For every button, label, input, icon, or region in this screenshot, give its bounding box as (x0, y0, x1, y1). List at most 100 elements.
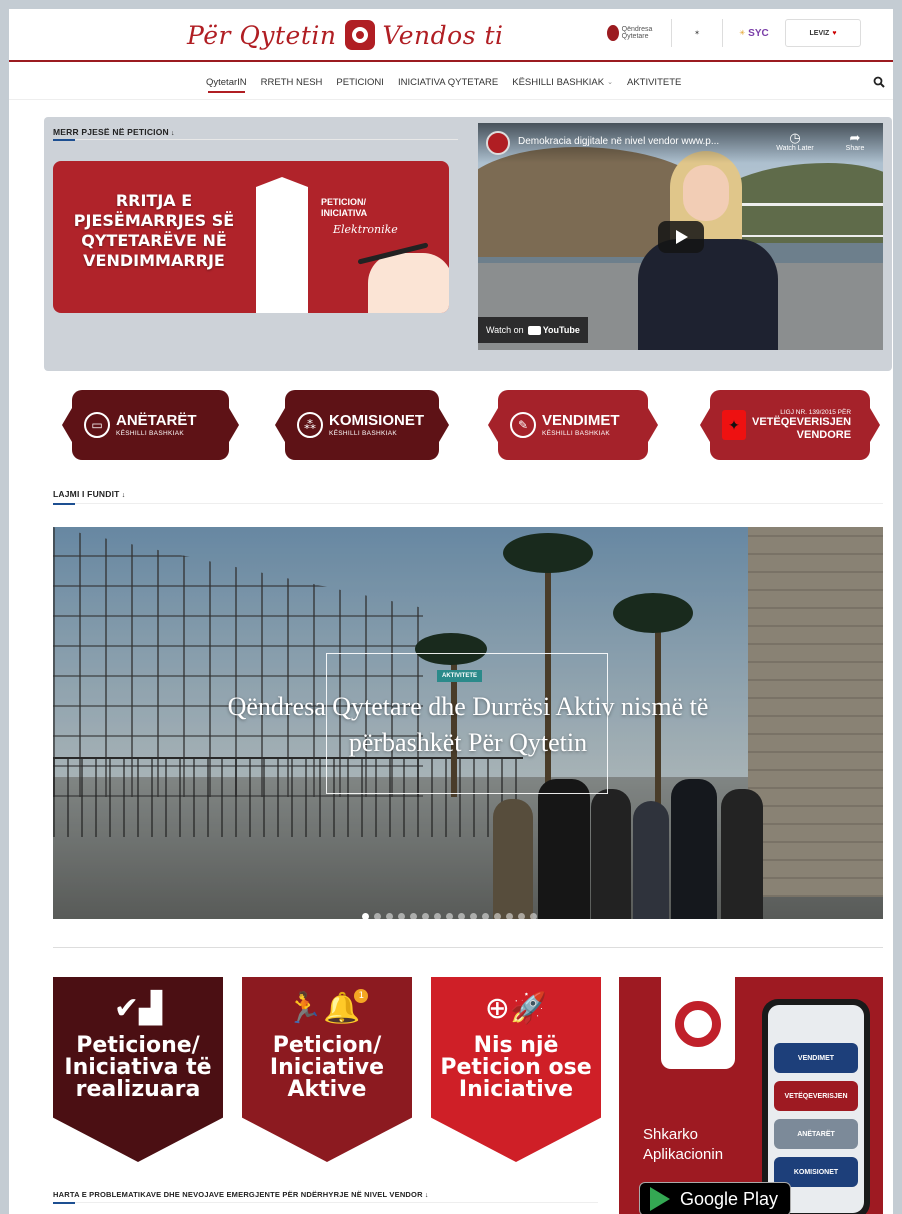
share-label: Share (845, 145, 865, 152)
watch-later-label: Watch Later (776, 145, 814, 152)
komisionet-button[interactable]: ⁂ KOMISIONET KËSHILLI BASHKIAK (275, 390, 449, 460)
nav-label: AKTIVITETE (626, 76, 682, 88)
slider-dot[interactable] (386, 913, 393, 919)
partner-logo-2[interactable]: ✶ (671, 19, 723, 47)
phone-item: VETËQEVERISJEN (774, 1081, 858, 1111)
partner-logo-leviz[interactable]: LEVIZ ♥ (785, 19, 861, 47)
slider-dot[interactable] (494, 913, 501, 919)
site-logo[interactable]: Për Qytetin Vendos ti (187, 17, 504, 53)
hand-illustration (368, 253, 449, 313)
button-sub: KËSHILLI BASHKIAK (116, 429, 184, 437)
slider-dot[interactable] (374, 913, 381, 919)
plus-rocket-icon: ⊕🚀 (484, 991, 548, 1026)
youtube-label: YouTube (542, 325, 580, 335)
nav-label: KËSHILLI BASHKIAK (512, 76, 605, 88)
button-title: KOMISIONET (329, 412, 425, 430)
law-line2: VETËQEVERISJEN (752, 416, 852, 429)
slider-dot[interactable] (482, 913, 489, 919)
nav-item-peticioni[interactable]: PETICIONI (336, 64, 384, 100)
partner-logo-syc[interactable]: ✳ SYC (729, 19, 779, 47)
runner-bell-icon: 🏃🔔1 (242, 989, 412, 1029)
nav-item-qytetarin[interactable]: QytetarIN (206, 64, 247, 100)
slider-dot[interactable] (446, 913, 453, 919)
qendresa-logo-icon (607, 25, 619, 41)
section-underline (53, 1202, 598, 1204)
video-embed[interactable]: Demokracia digjitale në nivel vendor www… (478, 123, 883, 350)
slider-dots (362, 913, 537, 919)
nav-item-iniciativa[interactable]: INICIATIVA QYTETARE (398, 64, 498, 100)
slider-dot[interactable] (410, 913, 417, 919)
button-sub: KËSHILLI BASHKIAK (542, 429, 610, 437)
petition-banner[interactable]: RRITJA E PJESËMARRJES SË QYTETARËVE NË V… (53, 161, 449, 313)
partner-name: SYC (748, 27, 769, 39)
chevron-down-icon: ⌄ (607, 79, 613, 86)
slider-dot[interactable] (398, 913, 405, 919)
slider-dot[interactable] (458, 913, 465, 919)
nav-label: QytetarIN (206, 76, 247, 88)
partner-logo-qendresa[interactable]: Qëndresa Qytetare (607, 19, 665, 47)
partner-name: LEVIZ (809, 29, 830, 37)
network-icon: ⁂ (297, 412, 323, 438)
law-line3: VENDORE (796, 428, 852, 441)
active-petitions-button[interactable]: 🏃🔔1 Peticion/ Iniciative Aktive (242, 977, 412, 1162)
search-icon[interactable] (873, 76, 885, 88)
anetaret-button[interactable]: ▭ ANËTARËT KËSHILLI BASHKIAK (62, 390, 239, 460)
share-button[interactable]: ➦ Share (834, 130, 876, 153)
petition-panel: MERR PJESË NË PETICION RRITJA E PJESËMAR… (44, 117, 892, 371)
store-label: Google Play (680, 1188, 779, 1209)
button-sub: KËSHILLI BASHKIAK (329, 429, 397, 437)
start-petition-button[interactable]: ⊕🚀 Nis një Peticion ose Iniciative (431, 977, 601, 1162)
banner-text: RRITJA E PJESËMARRJES SË QYTETARËVE NË V… (73, 191, 235, 270)
shield-label: Peticione/ Iniciativa të realizuara (64, 1033, 212, 1102)
slider-dot[interactable] (470, 913, 477, 919)
slider-dot[interactable] (506, 913, 513, 919)
shield-label: Nis një Peticion ose Iniciative (440, 1033, 592, 1102)
nav-item-keshilli-bashkiak[interactable]: KËSHILLI BASHKIAK ⌄ (512, 64, 613, 100)
button-title: VENDIMET (542, 412, 620, 430)
section-title: LAJMI I FUNDIT (53, 489, 125, 499)
watch-on-youtube-button[interactable]: Watch on YouTube (478, 317, 588, 343)
news-slider[interactable]: AKTIVITETE Qëndresa Qytetare dhe Durrësi… (53, 527, 883, 919)
slider-dot[interactable] (434, 913, 441, 919)
vendimet-button[interactable]: ✎ VENDIMET KËSHILLI BASHKIAK (488, 390, 658, 460)
app-logo-tab (661, 977, 735, 1069)
share-icon: ➦ (849, 130, 861, 145)
category-tag[interactable]: AKTIVITETE (437, 670, 483, 682)
watch-later-button[interactable]: ◷ Watch Later (774, 130, 816, 153)
button-title: ANËTARËT (116, 412, 197, 430)
partner-logos: Qëndresa Qytetare ✶ ✳ SYC LEVIZ ♥ (607, 19, 861, 47)
document-check-icon: ✎ (510, 412, 536, 438)
play-button[interactable] (658, 221, 704, 253)
partner-name: Qëndresa Qytetare (621, 26, 653, 40)
section-underline (53, 503, 883, 505)
slider-dot[interactable] (362, 913, 369, 919)
site-header: Për Qytetin Vendos ti Qëndresa Qytetare … (9, 9, 893, 62)
slider-dot[interactable] (422, 913, 429, 919)
nav-label: RRETH NESH (260, 76, 323, 88)
channel-avatar[interactable] (486, 131, 510, 155)
app-promo[interactable]: VENDIMET VETËQEVERISJEN ANËTARËT KOMISIO… (619, 977, 883, 1214)
slider-dot[interactable] (530, 913, 537, 919)
banner-label: PETICION/ INICIATIVA (321, 197, 368, 218)
slider-dot[interactable] (518, 913, 525, 919)
q-logo-icon (675, 1001, 721, 1047)
realized-petitions-button[interactable]: ✔▟ Peticione/ Iniciativa të realizuara (53, 977, 223, 1162)
shield-label: Peticion/ Iniciative Aktive (269, 1033, 385, 1102)
syc-logo-icon: ✳ (739, 30, 746, 37)
main-nav: QytetarIN RRETH NESH PETICIONI INICIATIV… (9, 64, 893, 100)
nav-label: INICIATIVA QYTETARE (397, 76, 499, 88)
id-card-icon: ▭ (84, 412, 110, 438)
app-line2: Aplikacionin (643, 1146, 724, 1163)
clock-icon: ◷ (789, 130, 801, 145)
divider (53, 947, 883, 948)
banner-card (256, 177, 308, 313)
ligj-vetqeverisje-button[interactable]: ✦ LIGJ NR. 139/2015 PËR VETËQEVERISJEN V… (700, 390, 880, 460)
video-title[interactable]: Demokracia digjitale në nivel vendor www… (518, 136, 719, 147)
banner-sub: Elektronike (333, 223, 398, 236)
watch-on-label: Watch on (486, 325, 524, 335)
nav-item-aktivitete[interactable]: AKTIVITETE (627, 64, 681, 100)
nav-item-rreth-nesh[interactable]: RRETH NESH (261, 64, 323, 100)
section-title: HARTA E PROBLEMATIKAVE DHE NEVOJAVE EMER… (53, 1190, 429, 1199)
google-play-button[interactable]: Google Play (639, 1182, 791, 1214)
news-headline[interactable]: Qëndresa Qytetare dhe Durrësi Aktiv nism… (213, 689, 723, 761)
